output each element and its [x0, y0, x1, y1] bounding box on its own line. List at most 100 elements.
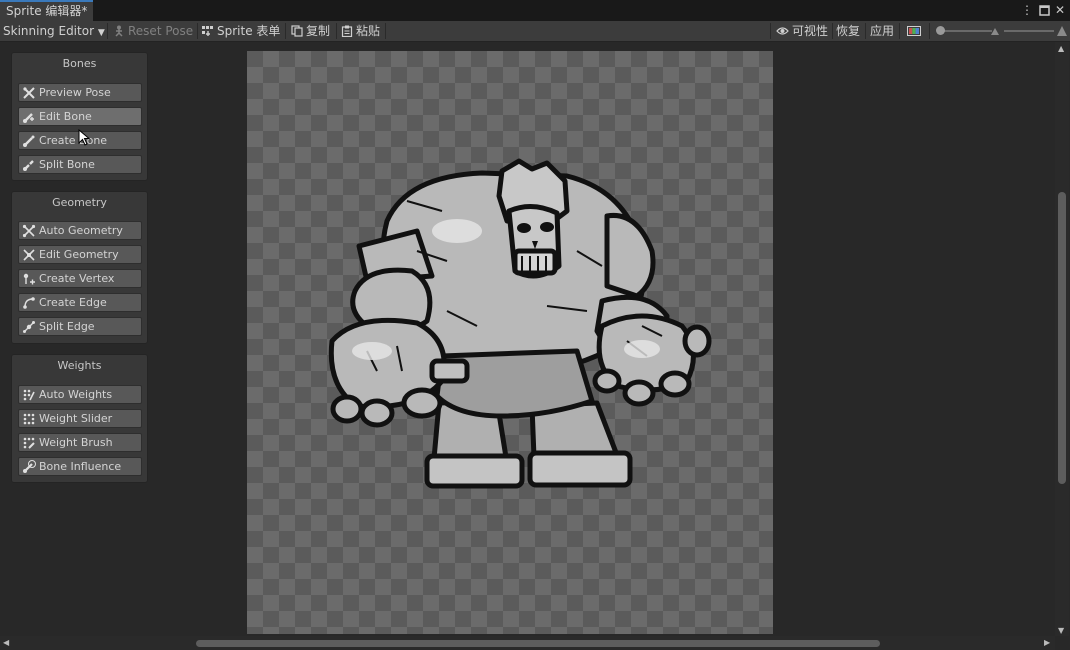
paste-label: 粘贴 — [356, 24, 381, 38]
preview-pose-label: Preview Pose — [39, 86, 111, 99]
revert-button[interactable]: 恢复 — [836, 21, 860, 41]
weight-slider-button[interactable]: Weight Slider — [18, 409, 142, 428]
sprite-sheet-label: Sprite 表单 — [217, 24, 281, 38]
sprite-canvas[interactable] — [247, 51, 773, 634]
copy-label: 复制 — [306, 24, 331, 38]
bone-icon — [115, 25, 123, 37]
geometry-panel: Geometry Auto Geometry Edit Geometry Cre… — [11, 191, 148, 344]
split-bone-icon — [23, 160, 34, 171]
auto-geometry-icon — [22, 224, 36, 238]
golem-sprite — [328, 158, 712, 489]
title-bar: Sprite 编辑器* ⋮ ✕ — [0, 0, 1070, 21]
auto-weights-button[interactable]: Auto Weights — [18, 385, 142, 404]
toolbar-divider — [107, 23, 108, 39]
zoom-slider[interactable] — [1004, 21, 1054, 41]
vertical-scrollbar[interactable]: ▲ ▼ — [1055, 42, 1069, 636]
edit-geometry-icon — [23, 249, 35, 261]
geometry-panel-title: Geometry — [52, 196, 107, 209]
split-edge-label: Split Edge — [39, 320, 95, 333]
bone-influence-label: Bone Influence — [39, 460, 122, 473]
weight-brush-button[interactable]: Weight Brush — [18, 433, 142, 452]
horizontal-scroll-thumb[interactable] — [196, 640, 880, 647]
chevron-down-icon: ▼ — [97, 28, 105, 38]
weights-panel-title: Weights — [57, 359, 102, 372]
mouse-cursor-icon — [78, 129, 90, 146]
split-edge-button[interactable]: Split Edge — [18, 317, 142, 336]
alpha-slider[interactable] — [936, 21, 994, 41]
split-edge-icon — [23, 321, 35, 333]
rgb-channel-icon — [907, 26, 921, 36]
create-bone-icon — [23, 135, 35, 147]
create-vertex-icon — [23, 273, 35, 285]
visibility-label: 可视性 — [792, 24, 829, 38]
tab-sprite-editor[interactable]: Sprite 编辑器* — [0, 0, 94, 21]
auto-weights-icon — [23, 389, 35, 401]
paste-button[interactable]: 粘贴 — [341, 21, 380, 41]
toolbar-divider — [197, 23, 198, 39]
large-zoom-icon — [1057, 21, 1067, 41]
weight-brush-label: Weight Brush — [39, 436, 113, 449]
more-icon[interactable]: ⋮ — [1020, 2, 1034, 18]
create-edge-button[interactable]: Create Edge — [18, 293, 142, 312]
toolbar-divider — [865, 23, 866, 39]
reset-pose-label: Reset Pose — [128, 24, 194, 38]
split-bone-button[interactable]: Split Bone — [18, 155, 142, 174]
auto-weights-label: Auto Weights — [39, 388, 113, 401]
toolbar: Skinning Editor ▼ Reset Pose Sprite 表单 复… — [0, 21, 1070, 42]
copy-icon — [291, 25, 303, 37]
create-edge-icon — [23, 297, 35, 309]
scroll-right-icon[interactable]: ▶ — [1044, 639, 1050, 647]
preview-pose-icon — [23, 87, 35, 99]
revert-label: 恢复 — [836, 24, 861, 38]
bone-influence-icon — [23, 460, 36, 473]
edit-bone-button[interactable]: Edit Bone — [18, 107, 142, 126]
toolbar-divider — [285, 23, 286, 39]
create-bone-label: Create Bone — [39, 134, 108, 147]
reset-pose-button[interactable]: Reset Pose — [113, 21, 193, 41]
weight-brush-icon — [23, 437, 35, 449]
scroll-down-icon[interactable]: ▼ — [1058, 627, 1064, 635]
scroll-up-icon[interactable]: ▲ — [1058, 45, 1064, 53]
auto-geometry-button[interactable]: Auto Geometry — [18, 221, 142, 240]
bone-influence-button[interactable]: Bone Influence — [18, 457, 142, 476]
sprite-sheet-button[interactable]: Sprite 表单 — [202, 21, 280, 41]
split-bone-label: Split Bone — [39, 158, 95, 171]
edit-bone-icon — [23, 113, 34, 123]
mode-dropdown-label: Skinning Editor — [3, 24, 94, 38]
close-icon[interactable]: ✕ — [1053, 2, 1067, 18]
tab-title: Sprite 编辑器* — [6, 4, 88, 18]
edit-geometry-button[interactable]: Edit Geometry — [18, 245, 142, 264]
bones-panel: Bones Preview Pose Edit Bone Create Bone… — [11, 52, 148, 181]
toolbar-divider — [385, 23, 386, 39]
create-vertex-label: Create Vertex — [39, 272, 115, 285]
scroll-left-icon[interactable]: ◀ — [3, 639, 9, 647]
eye-icon — [776, 27, 789, 35]
toolbar-divider — [929, 23, 930, 39]
weight-slider-icon — [23, 413, 35, 425]
visibility-button[interactable]: 可视性 — [776, 21, 828, 41]
sprite-sheet-icon — [202, 26, 213, 36]
small-zoom-icon — [990, 21, 1000, 41]
weight-slider-label: Weight Slider — [39, 412, 113, 425]
horizontal-scrollbar[interactable]: ◀ ▶ — [0, 636, 1055, 650]
toolbar-divider — [336, 23, 337, 39]
apply-label: 应用 — [870, 24, 895, 38]
bones-panel-title: Bones — [62, 57, 97, 70]
auto-geometry-label: Auto Geometry — [39, 224, 123, 237]
maximize-icon[interactable] — [1037, 2, 1051, 18]
edit-bone-label: Edit Bone — [39, 110, 92, 123]
toolbar-divider — [832, 23, 833, 39]
color-channel-toggle[interactable] — [907, 21, 921, 41]
mode-dropdown[interactable]: Skinning Editor ▼ — [3, 21, 105, 41]
weights-panel: Weights Auto Weights Weight Slider Weigh… — [11, 354, 148, 483]
preview-pose-button[interactable]: Preview Pose — [18, 83, 142, 102]
toolbar-divider — [770, 23, 771, 39]
vertical-scroll-thumb[interactable] — [1058, 192, 1066, 484]
edit-geometry-label: Edit Geometry — [39, 248, 119, 261]
copy-button[interactable]: 复制 — [291, 21, 330, 41]
create-edge-label: Create Edge — [39, 296, 107, 309]
slider-thumb[interactable] — [936, 26, 945, 35]
toolbar-divider — [899, 23, 900, 39]
apply-button[interactable]: 应用 — [870, 21, 894, 41]
create-vertex-button[interactable]: Create Vertex — [18, 269, 142, 288]
